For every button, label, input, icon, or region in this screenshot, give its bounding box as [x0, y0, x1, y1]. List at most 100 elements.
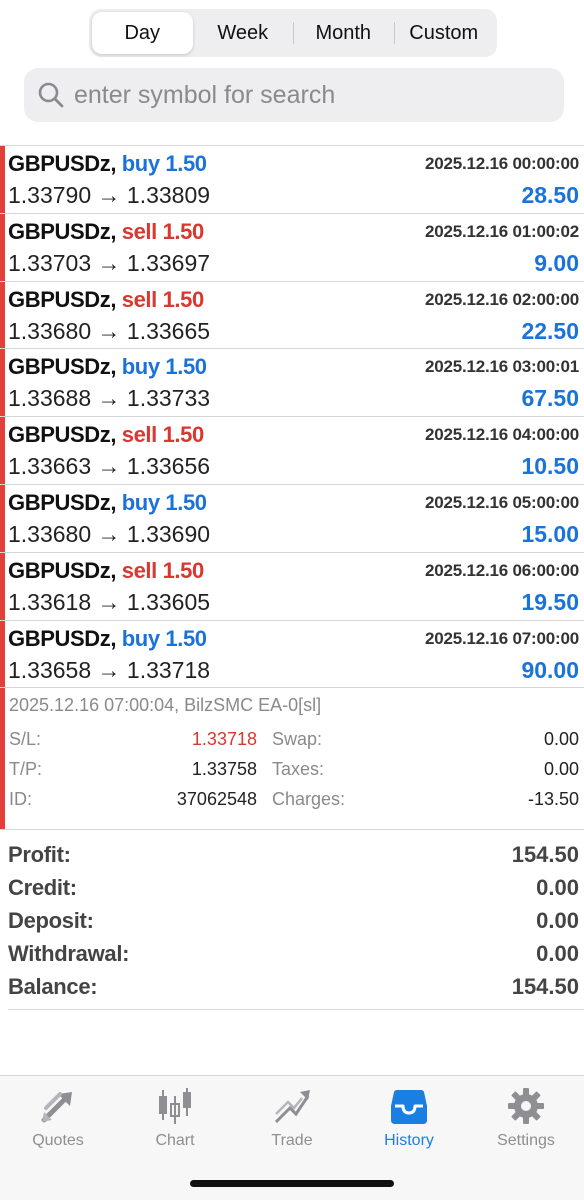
- deal-side: sell: [121, 557, 158, 583]
- home-indicator: [190, 1180, 394, 1187]
- arrow-right-icon: →: [97, 317, 121, 344]
- deal-title: GBPUSDz, sell 1.50: [8, 422, 204, 448]
- deal-profit: 67.50: [521, 385, 579, 412]
- deal-row[interactable]: GBPUSDz, sell 1.50 2025.12.16 02:00:00 1.3…: [0, 282, 584, 350]
- deal-volume: 1.50: [162, 557, 205, 583]
- summary-credit: Credit: 0.00: [0, 873, 584, 906]
- deal-datetime: 2025.12.16 06:00:00: [424, 560, 579, 580]
- detail-row-tp: T/P: 1.33758 Taxes: 0.00: [0, 759, 584, 787]
- deal-side: buy: [121, 354, 160, 380]
- summary-value: 154.50: [511, 974, 579, 999]
- arrow-right-icon: →: [97, 453, 121, 480]
- summary-label: Credit:: [8, 875, 77, 900]
- segment-day[interactable]: Day: [92, 12, 193, 54]
- charges-label: Charges:: [272, 789, 346, 809]
- deal-prices: 1.33680 → 1.33690: [8, 521, 210, 548]
- segment-week[interactable]: Week: [193, 12, 294, 54]
- deal-profit: 10.50: [521, 453, 579, 480]
- deal-comment: 2025.12.16 07:00:04, BilzSMC EA-0[sl]: [9, 695, 322, 715]
- trend-up-icon: [274, 1090, 310, 1124]
- summary-label: Balance:: [8, 974, 98, 999]
- deal-close-price: 1.33718: [126, 656, 211, 683]
- candlestick-icon: [159, 1088, 191, 1124]
- deal-prices: 1.33790 → 1.33809: [8, 182, 210, 209]
- deal-close-price: 1.33665: [126, 317, 211, 344]
- summary-label: Deposit:: [8, 908, 94, 933]
- deal-symbol: GBPUSDz,: [8, 557, 117, 583]
- tab-history[interactable]: History: [351, 1086, 467, 1150]
- deal-title: GBPUSDz, buy 1.50: [8, 354, 207, 380]
- deal-row[interactable]: GBPUSDz, buy 1.50 2025.12.16 07:00:00 1.33…: [0, 621, 584, 689]
- deal-close-price: 1.33605: [126, 588, 211, 615]
- search-bar[interactable]: [24, 68, 564, 122]
- segment-custom[interactable]: Custom: [393, 12, 495, 54]
- tab-settings[interactable]: Settings: [468, 1086, 584, 1150]
- deal-row[interactable]: GBPUSDz, sell 1.50 2025.12.16 04:00:00 1.3…: [0, 417, 584, 485]
- tp-value: 1.33758: [191, 759, 257, 779]
- deal-datetime: 2025.12.16 03:00:01: [424, 357, 579, 377]
- deal-datetime: 2025.12.16 05:00:00: [424, 492, 579, 512]
- deal-datetime: 2025.12.16 04:00:00: [424, 425, 579, 445]
- deal-open-price: 1.33618: [8, 588, 92, 615]
- swap-value: 0.00: [543, 729, 579, 749]
- deal-prices: 1.33663 → 1.33656: [8, 453, 210, 480]
- tab-trade[interactable]: Trade: [234, 1086, 350, 1150]
- deal-title: GBPUSDz, buy 1.50: [8, 626, 207, 652]
- deal-list: GBPUSDz, buy 1.50 2025.12.16 00:00:00 1.33…: [0, 145, 584, 689]
- summary-deposit: Deposit: 0.00: [0, 906, 584, 939]
- summary-profit: Profit: 154.50: [0, 840, 584, 873]
- tab-chart[interactable]: Chart: [117, 1086, 233, 1150]
- deal-title: GBPUSDz, buy 1.50: [8, 490, 207, 516]
- summary-value: 154.50: [511, 842, 579, 867]
- deal-open-price: 1.33790: [8, 182, 92, 208]
- deal-prices: 1.33658 → 1.33718: [8, 657, 210, 684]
- deal-row[interactable]: GBPUSDz, sell 1.50 2025.12.16 06:00:00 1.3…: [0, 553, 584, 621]
- deal-row[interactable]: GBPUSDz, buy 1.50 2025.12.16 05:00:00 1.33…: [0, 485, 584, 553]
- deal-volume: 1.50: [165, 625, 207, 651]
- deal-side: buy: [121, 151, 160, 176]
- deal-datetime: 2025.12.16 07:00:00: [424, 628, 579, 648]
- deal-open-price: 1.33688: [8, 385, 92, 412]
- deal-profit: 9.00: [534, 249, 579, 276]
- summary-balance: Balance: 154.50: [0, 972, 584, 1005]
- deal-open-price: 1.33658: [8, 656, 92, 683]
- arrow-right-icon: →: [97, 182, 121, 208]
- deal-profit: 22.50: [521, 317, 579, 344]
- tab-quotes[interactable]: Quotes: [0, 1086, 116, 1150]
- deal-side: sell: [121, 218, 158, 244]
- deal-profit: 15.00: [521, 520, 579, 547]
- taxes-value: 0.00: [543, 759, 579, 779]
- deal-title: GBPUSDz, sell 1.50: [8, 219, 204, 245]
- deal-volume: 1.50: [162, 218, 205, 244]
- deal-title: GBPUSDz, sell 1.50: [8, 287, 204, 313]
- deal-row[interactable]: GBPUSDz, buy 1.50 2025.12.16 00:00:00 1.33…: [0, 146, 584, 214]
- deal-datetime: 2025.12.16 00:00:00: [424, 154, 579, 173]
- detail-row-id: ID: 37062548 Charges: -13.50: [0, 789, 584, 817]
- deal-profit: 28.50: [521, 182, 579, 208]
- deal-symbol: GBPUSDz,: [8, 489, 117, 515]
- tab-label: History: [384, 1132, 434, 1149]
- search-input[interactable]: [74, 80, 534, 110]
- charges-value: -13.50: [527, 789, 579, 809]
- arrow-right-icon: →: [97, 520, 121, 547]
- deal-row[interactable]: GBPUSDz, buy 1.50 2025.12.16 03:00:01 1.33…: [0, 349, 584, 418]
- deal-row[interactable]: GBPUSDz, sell 1.50 2025.12.16 01:00:02 1.3…: [0, 214, 584, 282]
- id-label: ID:: [9, 789, 33, 809]
- deal-prices: 1.33688 → 1.33733: [8, 385, 210, 412]
- deal-close-price: 1.33809: [126, 182, 211, 208]
- deal-open-price: 1.33680: [8, 520, 92, 547]
- deal-profit: 19.50: [521, 588, 579, 615]
- account-summary: Profit: 154.50 Credit: 0.00 Deposit: 0.00 W…: [0, 829, 584, 1005]
- tab-label: Quotes: [32, 1132, 84, 1149]
- summary-value: 0.00: [536, 941, 579, 966]
- deal-symbol: GBPUSDz,: [8, 625, 117, 651]
- taxes-label: Taxes:: [272, 759, 325, 779]
- deal-side: sell: [121, 286, 158, 312]
- quotes-arrows-icon: [41, 1090, 72, 1123]
- arrow-right-icon: →: [97, 656, 121, 683]
- sl-label: S/L:: [9, 729, 42, 749]
- deal-symbol: GBPUSDz,: [8, 218, 117, 244]
- deal-side: buy: [121, 625, 160, 651]
- swap-label: Swap:: [272, 729, 323, 749]
- segment-month[interactable]: Month: [293, 12, 394, 54]
